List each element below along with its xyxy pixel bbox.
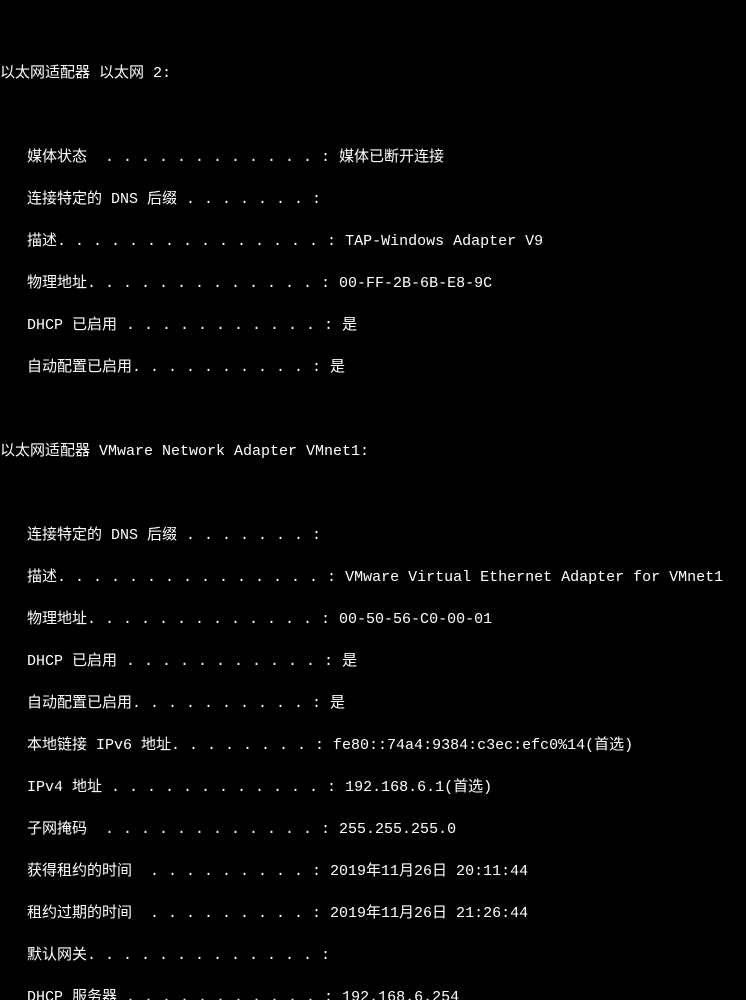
row-value: 00-FF-2B-6B-E8-9C <box>330 275 492 292</box>
row-value: 255.255.255.0 <box>330 821 456 838</box>
row-label: 默认网关. . . . . . . . . . . . . : <box>0 947 330 964</box>
output-row: 物理地址. . . . . . . . . . . . . : 00-50-56… <box>0 609 746 630</box>
row-label: 自动配置已启用. . . . . . . . . . : <box>0 359 321 376</box>
output-row: 连接特定的 DNS 后缀 . . . . . . . : <box>0 189 746 210</box>
row-label: 物理地址. . . . . . . . . . . . . : <box>0 275 330 292</box>
output-row: 本地链接 IPv6 地址. . . . . . . . : fe80::74a4… <box>0 735 746 756</box>
output-row: 子网掩码 . . . . . . . . . . . . : 255.255.2… <box>0 819 746 840</box>
row-label: DHCP 已启用 . . . . . . . . . . . : <box>0 653 333 670</box>
blank-line <box>0 399 746 420</box>
row-label: 自动配置已启用. . . . . . . . . . : <box>0 695 321 712</box>
row-label: 连接特定的 DNS 后缀 . . . . . . . : <box>0 191 321 208</box>
row-value: VMware Virtual Ethernet Adapter for VMne… <box>336 569 723 586</box>
row-label: 本地链接 IPv6 地址. . . . . . . . : <box>0 737 324 754</box>
output-row: 自动配置已启用. . . . . . . . . . : 是 <box>0 693 746 714</box>
row-label: 描述. . . . . . . . . . . . . . . : <box>0 233 336 250</box>
output-row: IPv4 地址 . . . . . . . . . . . . : 192.16… <box>0 777 746 798</box>
blank-line <box>0 105 746 126</box>
row-value: 192.168.6.254 <box>333 989 459 1000</box>
output-row: 物理地址. . . . . . . . . . . . . : 00-FF-2B… <box>0 273 746 294</box>
row-label: 租约过期的时间 . . . . . . . . . : <box>0 905 321 922</box>
output-row: 描述. . . . . . . . . . . . . . . : VMware… <box>0 567 746 588</box>
row-value: 媒体已断开连接 <box>330 149 444 166</box>
output-row: DHCP 已启用 . . . . . . . . . . . : 是 <box>0 651 746 672</box>
output-row: 默认网关. . . . . . . . . . . . . : <box>0 945 746 966</box>
output-row: 连接特定的 DNS 后缀 . . . . . . . : <box>0 525 746 546</box>
row-label: 媒体状态 . . . . . . . . . . . . : <box>0 149 330 166</box>
row-label: DHCP 服务器 . . . . . . . . . . . : <box>0 989 333 1000</box>
row-value: fe80::74a4:9384:c3ec:efc0%14(首选) <box>324 737 633 754</box>
row-value: 是 <box>321 695 345 712</box>
row-value: TAP-Windows Adapter V9 <box>336 233 543 250</box>
output-row: DHCP 已启用 . . . . . . . . . . . : 是 <box>0 315 746 336</box>
adapter-header: 以太网适配器 以太网 2: <box>0 63 746 84</box>
output-row: 租约过期的时间 . . . . . . . . . : 2019年11月26日 … <box>0 903 746 924</box>
row-label: 物理地址. . . . . . . . . . . . . : <box>0 611 330 628</box>
row-label: 子网掩码 . . . . . . . . . . . . : <box>0 821 330 838</box>
output-row: 媒体状态 . . . . . . . . . . . . : 媒体已断开连接 <box>0 147 746 168</box>
row-label: 连接特定的 DNS 后缀 . . . . . . . : <box>0 527 321 544</box>
output-row: DHCP 服务器 . . . . . . . . . . . : 192.168… <box>0 987 746 1000</box>
row-value: 2019年11月26日 21:26:44 <box>321 905 528 922</box>
row-label: IPv4 地址 . . . . . . . . . . . . : <box>0 779 336 796</box>
adapter-header: 以太网适配器 VMware Network Adapter VMnet1: <box>0 441 746 462</box>
row-value: 是 <box>333 653 357 670</box>
output-row: 获得租约的时间 . . . . . . . . . : 2019年11月26日 … <box>0 861 746 882</box>
blank-line <box>0 483 746 504</box>
output-row: 描述. . . . . . . . . . . . . . . : TAP-Wi… <box>0 231 746 252</box>
row-label: DHCP 已启用 . . . . . . . . . . . : <box>0 317 333 334</box>
row-value: 00-50-56-C0-00-01 <box>330 611 492 628</box>
row-label: 获得租约的时间 . . . . . . . . . : <box>0 863 321 880</box>
row-value: 2019年11月26日 20:11:44 <box>321 863 528 880</box>
row-value: 是 <box>333 317 357 334</box>
terminal-output: 以太网适配器 以太网 2: 媒体状态 . . . . . . . . . . .… <box>0 63 746 1000</box>
row-label: 描述. . . . . . . . . . . . . . . : <box>0 569 336 586</box>
output-row: 自动配置已启用. . . . . . . . . . : 是 <box>0 357 746 378</box>
row-value: 192.168.6.1(首选) <box>336 779 492 796</box>
row-value: 是 <box>321 359 345 376</box>
